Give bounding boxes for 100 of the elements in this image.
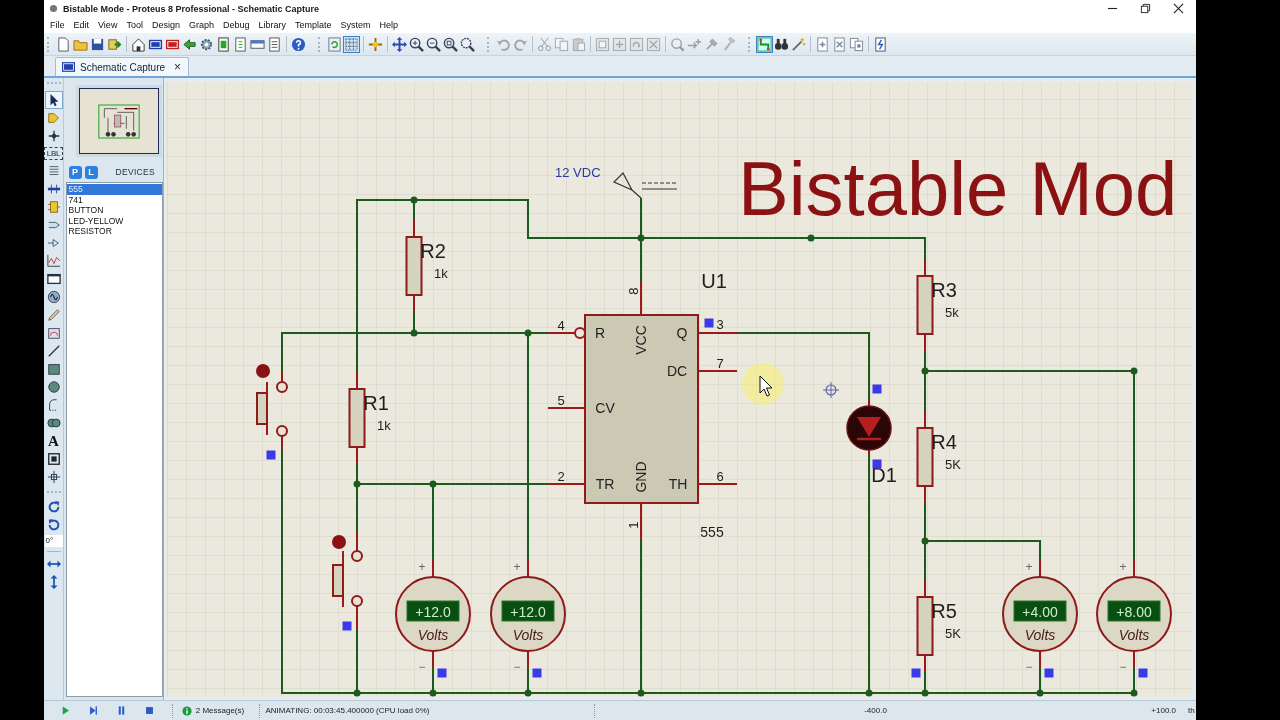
lightning-sheet-icon[interactable] [872,35,889,53]
menu-item[interactable]: Design [147,20,184,30]
device-list-item[interactable]: RESISTOR [66,226,162,237]
refresh-icon[interactable] [326,35,343,53]
play-icon[interactable] [60,705,71,716]
messages-link[interactable]: 2 Message(s) [195,706,245,715]
close-icon[interactable] [1173,3,1184,14]
device-list-item[interactable]: 555 [66,184,162,195]
simulation-status: ANIMATING: 00:03:45.400000 (CPU load 0%) [264,706,431,715]
home-icon[interactable] [130,35,147,53]
junction-dot-icon [865,689,873,697]
chip-reference: U1 [701,270,727,292]
pin-number: 3 [716,316,724,332]
junction-dot-icon [429,480,437,488]
device-list-item[interactable]: LED-YELLOW [66,215,162,226]
actuator-dot-icon[interactable] [332,535,346,549]
graph-icon[interactable] [44,252,63,270]
pin-number: 5 [557,392,565,408]
move-arrows-icon[interactable] [391,35,408,53]
info-icon [181,705,192,716]
menu-item[interactable]: Help [375,20,403,30]
junction-dot-icon [524,329,532,337]
actuator-dot-icon[interactable] [256,364,270,378]
junction-dot-icon [1130,689,1138,697]
pin-label: GND [633,461,649,493]
device-list-item[interactable]: BUTTON [66,205,162,216]
mode-button[interactable]: L [84,165,98,179]
junction-dot-icon [524,689,532,697]
mode-button[interactable]: P [68,165,82,179]
meter-reading: +12.0 [510,604,546,620]
sheets-icon[interactable] [848,35,865,53]
junction-dot-icon [637,234,645,242]
angle-field[interactable]: 0° [44,535,63,547]
menu-item[interactable]: Edit [69,20,94,30]
zoom-out-icon[interactable] [425,35,442,53]
restore-icon[interactable] [1140,3,1151,14]
resistor-value: 1k [377,417,391,433]
text-tool-button[interactable]: A [44,432,63,450]
menu-item[interactable]: Tool [122,20,147,30]
junction-dot-icon [807,234,815,242]
meter-display [1013,600,1067,622]
meter-unit: Volts [417,627,449,643]
polarity-sign: + [513,560,521,574]
close-tab-button[interactable]: × [174,61,182,73]
grid-icon[interactable] [343,35,360,53]
polarity-sign: + [418,560,426,574]
step-icon[interactable] [88,705,99,716]
junction-dot-icon [429,689,437,697]
pin-number: 7 [716,355,724,371]
mini-schematic-drawing [96,102,141,140]
menu-item[interactable]: Library [254,20,290,30]
zoom-fit-icon[interactable] [442,35,459,53]
square-marker-icon [342,621,352,631]
resistor-reference: R5 [931,600,957,622]
device-list-item[interactable]: 741 [66,194,162,205]
wand-icon[interactable] [790,35,807,53]
junction-dot-icon [353,480,361,488]
junction-dot-icon [637,689,645,697]
zoom-in-icon[interactable] [408,35,425,53]
crosshair-icon[interactable] [367,35,384,53]
led-symbol [846,399,892,457]
pointer-icon[interactable] [44,91,63,109]
document-icon[interactable] [266,35,283,53]
remove-sheet-icon[interactable] [831,35,848,53]
pin-label: CV [595,400,615,416]
route-icon[interactable] [756,35,773,53]
cursor-icon [759,375,773,397]
window-title: Bistable Mode - Proteus 8 Professional - Schematic Capture [63,3,320,14]
junction-dot-icon [1036,689,1044,697]
polarity-sign: − [418,660,426,674]
schematic-title: Bistable Mod [738,146,1178,231]
menu-item[interactable]: Graph [184,20,218,30]
add-sheet-icon[interactable] [814,35,831,53]
sheet-lines-icon[interactable] [232,35,249,53]
schematic-tab[interactable]: Schematic Capture × [55,57,190,76]
pin-label: VCC [633,325,649,355]
meter-unit: Volts [1024,627,1056,643]
menu-item[interactable]: View [94,20,122,30]
junction-dot-icon [410,329,418,337]
meter-unit: Volts [512,627,544,643]
menu-item[interactable]: File [46,20,69,30]
overview-preview[interactable] [78,88,159,154]
stop-icon[interactable] [144,705,155,716]
sheet-icon[interactable] [215,35,232,53]
help-icon[interactable] [290,35,307,53]
pin-label: Q [676,325,688,341]
junction-dot-icon [1130,367,1138,375]
polarity-sign: − [513,660,521,674]
label-tool-button[interactable]: LBL [44,147,63,160]
menu-item[interactable]: System [336,20,375,30]
pause-icon[interactable] [116,705,127,716]
square-marker-icon [911,668,921,678]
junction-dot-icon [410,196,418,204]
square-marker-icon [872,459,882,469]
zoom-area-icon[interactable] [459,35,476,53]
menu-item[interactable]: Template [291,20,336,30]
menu-item[interactable]: Debug [218,20,254,30]
page-icon[interactable] [55,35,72,53]
square-marker-icon [704,318,714,328]
meter-display [1107,600,1161,622]
